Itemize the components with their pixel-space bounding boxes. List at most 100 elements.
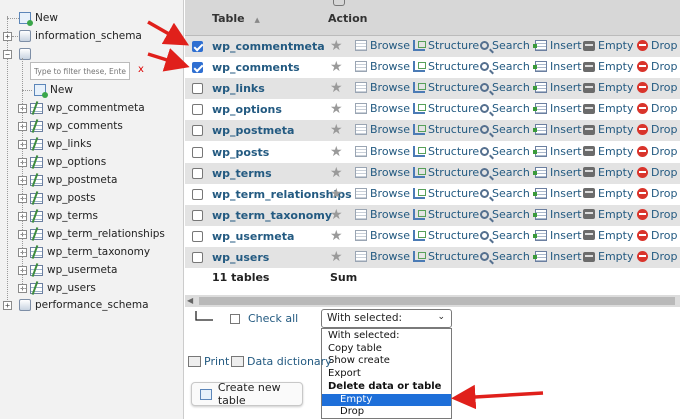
table-filter-input[interactable] [30, 62, 130, 80]
sidebar-table-item[interactable]: + wp_comments [0, 118, 123, 134]
table-name-link[interactable]: wp_options [212, 103, 282, 116]
row-checkbox[interactable] [192, 230, 203, 242]
create-new-table-button[interactable]: Create new table [191, 381, 303, 407]
insert-action[interactable]: Insert [533, 123, 582, 136]
search-action[interactable]: Search [480, 145, 530, 158]
favorite-star-icon[interactable]: ★ [330, 122, 343, 138]
horizontal-scrollbar[interactable]: ◀ [185, 295, 680, 307]
sidebar-table-item[interactable]: + wp_terms [0, 208, 98, 224]
drop-action[interactable]: Drop [637, 60, 677, 73]
empty-action[interactable]: Empty [583, 250, 633, 263]
empty-action[interactable]: Empty [583, 102, 633, 115]
structure-action[interactable]: Structure [413, 250, 479, 263]
insert-action[interactable]: Insert [533, 250, 582, 263]
table-column-header[interactable]: Table ▲ [212, 12, 260, 25]
favorite-star-icon[interactable]: ★ [330, 249, 343, 265]
favorite-star-icon[interactable]: ★ [330, 80, 343, 96]
insert-action[interactable]: Insert [533, 39, 582, 52]
search-action[interactable]: Search [480, 229, 530, 242]
search-action[interactable]: Search [480, 81, 530, 94]
row-checkbox[interactable] [192, 125, 203, 137]
row-checkbox[interactable] [192, 41, 203, 52]
check-all-checkbox[interactable] [230, 314, 240, 324]
table-name-link[interactable]: wp_postmeta [212, 124, 294, 137]
drop-action[interactable]: Drop [637, 229, 677, 242]
search-action[interactable]: Search [480, 102, 530, 115]
print-link[interactable]: Print [188, 355, 229, 368]
empty-action[interactable]: Empty [583, 81, 633, 94]
sidebar-table-item[interactable]: + wp_usermeta [0, 262, 117, 278]
browse-action[interactable]: Browse [355, 187, 410, 200]
dropdown-option[interactable]: Export [322, 368, 451, 381]
sidebar-new-database[interactable]: New [0, 10, 58, 26]
collapse-icon[interactable]: − [3, 49, 12, 59]
sidebar-db-current[interactable]: − [0, 46, 35, 62]
structure-action[interactable]: Structure [413, 145, 479, 158]
sidebar-table-item[interactable]: + wp_links [0, 136, 92, 152]
empty-action[interactable]: Empty [583, 39, 633, 52]
structure-action[interactable]: Structure [413, 208, 479, 221]
insert-action[interactable]: Insert [533, 145, 582, 158]
scroll-left-icon[interactable]: ◀ [187, 296, 193, 305]
search-action[interactable]: Search [480, 187, 530, 200]
dropdown-option[interactable]: Drop [322, 406, 451, 419]
sidebar-table-item[interactable]: + wp_term_taxonomy [0, 244, 150, 260]
search-action[interactable]: Search [480, 123, 530, 136]
favorite-star-icon[interactable]: ★ [330, 186, 343, 202]
favorite-star-icon[interactable]: ★ [330, 38, 343, 54]
search-action[interactable]: Search [480, 250, 530, 263]
table-name-link[interactable]: wp_posts [212, 146, 269, 159]
browse-action[interactable]: Browse [355, 123, 410, 136]
browse-action[interactable]: Browse [355, 60, 410, 73]
structure-action[interactable]: Structure [413, 39, 479, 52]
drop-action[interactable]: Drop [637, 102, 677, 115]
structure-action[interactable]: Structure [413, 102, 479, 115]
favorite-star-icon[interactable]: ★ [330, 59, 343, 75]
search-action[interactable]: Search [480, 39, 530, 52]
drop-action[interactable]: Drop [637, 39, 677, 52]
favorite-star-icon[interactable]: ★ [330, 144, 343, 160]
sidebar-table-item[interactable]: + wp_commentmeta [0, 100, 145, 116]
browse-action[interactable]: Browse [355, 229, 410, 242]
dropdown-option[interactable]: Copy table [322, 343, 451, 356]
row-checkbox[interactable] [192, 104, 203, 116]
collapse-panel-icon[interactable] [333, 0, 345, 6]
table-name-link[interactable]: wp_terms [212, 167, 272, 180]
structure-action[interactable]: Structure [413, 81, 479, 94]
empty-action[interactable]: Empty [583, 60, 633, 73]
browse-action[interactable]: Browse [355, 250, 410, 263]
search-action[interactable]: Search [480, 166, 530, 179]
structure-action[interactable]: Structure [413, 166, 479, 179]
sidebar-new-table[interactable]: New [0, 82, 73, 98]
dropdown-option[interactable]: Show create [322, 355, 451, 368]
table-name-link[interactable]: wp_links [212, 82, 265, 95]
insert-action[interactable]: Insert [533, 187, 582, 200]
browse-action[interactable]: Browse [355, 145, 410, 158]
insert-action[interactable]: Insert [533, 166, 582, 179]
structure-action[interactable]: Structure [413, 187, 479, 200]
insert-action[interactable]: Insert [533, 81, 582, 94]
insert-action[interactable]: Insert [533, 229, 582, 242]
row-checkbox[interactable] [192, 188, 203, 200]
table-name-link[interactable]: wp_usermeta [212, 230, 294, 243]
sidebar-table-item[interactable]: + wp_users [0, 280, 96, 296]
drop-action[interactable]: Drop [637, 250, 677, 263]
table-name-link[interactable]: wp_commentmeta [212, 40, 325, 53]
data-dictionary-link[interactable]: Data dictionary [231, 355, 332, 368]
drop-action[interactable]: Drop [637, 166, 677, 179]
favorite-star-icon[interactable]: ★ [330, 207, 343, 223]
structure-action[interactable]: Structure [413, 60, 479, 73]
row-checkbox[interactable] [192, 83, 203, 95]
browse-action[interactable]: Browse [355, 208, 410, 221]
sidebar-db-information-schema[interactable]: + information_schema [0, 28, 142, 44]
empty-action[interactable]: Empty [583, 187, 633, 200]
search-action[interactable]: Search [480, 208, 530, 221]
structure-action[interactable]: Structure [413, 123, 479, 136]
empty-action[interactable]: Empty [583, 123, 633, 136]
favorite-star-icon[interactable]: ★ [330, 165, 343, 181]
sidebar-table-item[interactable]: + wp_options [0, 154, 106, 170]
dropdown-option[interactable]: Empty [322, 393, 451, 406]
expand-icon[interactable]: + [3, 31, 12, 41]
empty-action[interactable]: Empty [583, 166, 633, 179]
check-all-label[interactable]: Check all [248, 312, 298, 325]
